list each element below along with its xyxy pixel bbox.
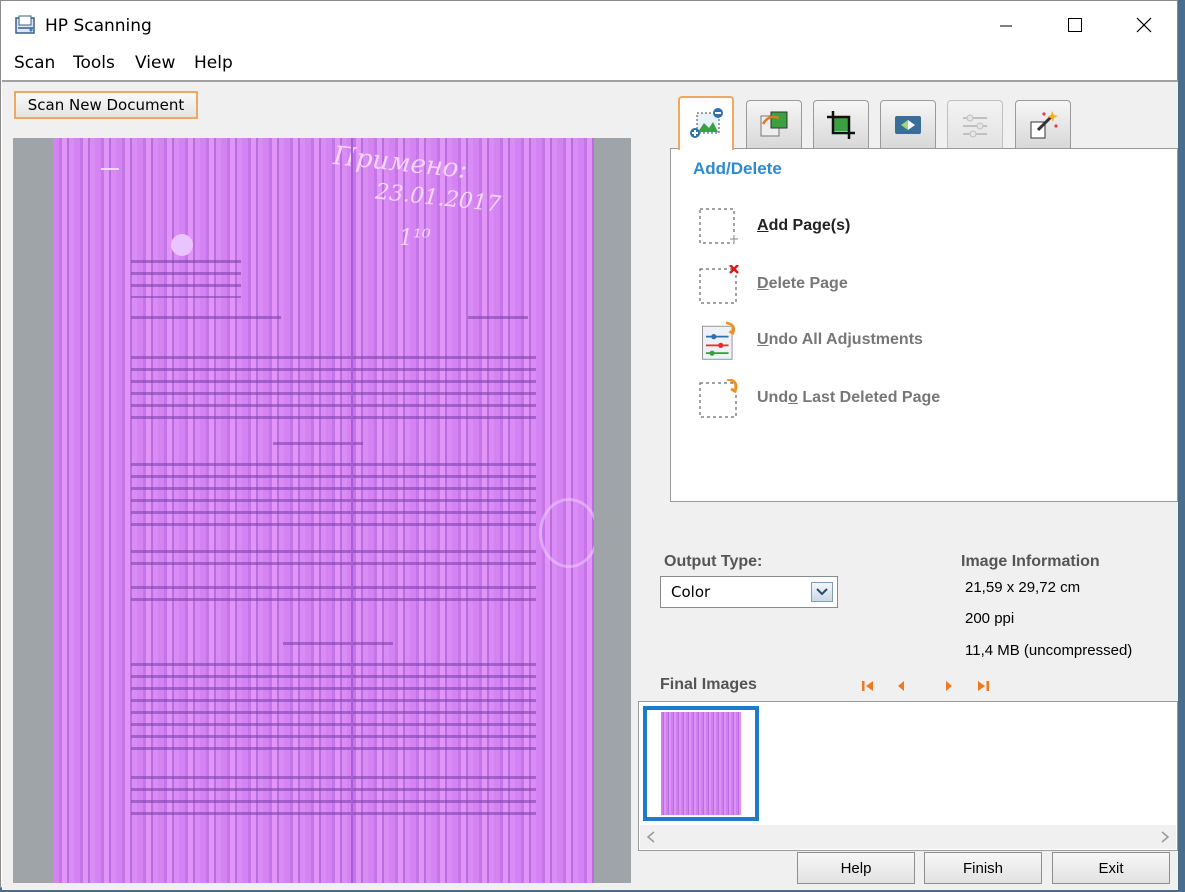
horizontal-scrollbar[interactable] [640, 825, 1176, 849]
undo-deleted-page-icon [699, 379, 738, 418]
menu-help[interactable]: Help [194, 53, 233, 73]
output-type-value: Color [671, 583, 711, 601]
coat-of-arms-emblem [171, 234, 193, 256]
menu-view[interactable]: View [135, 53, 175, 73]
thumbnail-image [661, 712, 741, 815]
output-type-label: Output Type: [664, 553, 763, 570]
app-window: HP Scanning Scan Tools View Help Scan Ne… [0, 0, 1178, 890]
add-pages-label: Add Page(s) [757, 217, 851, 234]
delete-page-label: Delete Page [757, 275, 848, 292]
scan-new-document-label: Scan New Document [27, 96, 185, 114]
reference-line [468, 316, 528, 324]
previous-arrow-icon [898, 681, 904, 691]
help-button-label: Help [840, 859, 872, 877]
scroll-left-icon [646, 831, 655, 843]
image-information-title: Image Information [961, 553, 1100, 570]
last-image-button[interactable] [974, 678, 992, 694]
image-resolution: 200 ppi [965, 610, 1015, 627]
help-button[interactable]: Help [797, 852, 915, 884]
add-delete-panel: Add/Delete Add Page(s) Delete Page Undo … [670, 148, 1178, 502]
image-adjust-icon [760, 111, 788, 136]
tab-add-delete[interactable] [678, 96, 734, 150]
official-stamp [539, 498, 594, 568]
image-size: 21,59 x 29,72 cm [965, 579, 1081, 596]
scan-new-document-button[interactable]: Scan New Document [14, 91, 198, 119]
paragraph-block [131, 776, 536, 822]
close-button[interactable] [1121, 9, 1167, 41]
last-arrow-icon [978, 681, 989, 691]
scan-line-artifact [351, 138, 353, 883]
previous-image-button[interactable] [892, 678, 910, 694]
finish-button[interactable]: Finish [924, 852, 1042, 884]
tab-rotate[interactable] [880, 100, 936, 148]
exit-button[interactable]: Exit [1052, 852, 1170, 884]
maximize-button[interactable] [1052, 9, 1098, 41]
next-arrow-icon [946, 681, 952, 691]
chevron-down-icon[interactable] [811, 582, 833, 602]
menu-tools[interactable]: Tools [73, 53, 115, 73]
minimize-button[interactable] [983, 9, 1029, 41]
hp-scanning-app-icon [15, 15, 37, 35]
next-image-button[interactable] [940, 678, 958, 694]
first-image-button[interactable] [859, 678, 877, 694]
scan-preview-area[interactable]: Примено: 23.01.2017 1¹⁰ [13, 138, 631, 883]
tab-sliders[interactable] [947, 100, 1003, 148]
final-images-strip [638, 701, 1178, 851]
handwritten-number: 1¹⁰ [399, 226, 431, 251]
paragraph-block [131, 550, 536, 572]
undo-last-deleted-page-action[interactable]: Undo Last Deleted Page [699, 379, 1139, 423]
undo-adjustments-icon [702, 321, 736, 360]
add-page-icon [699, 208, 738, 244]
image-filesize: 11,4 MB (uncompressed) [965, 642, 1133, 659]
undo-all-adjustments-label: Undo All Adjustments [757, 331, 923, 348]
main-content: Scan New Document Примено: 23.01.2017 1¹… [2, 80, 1178, 890]
magic-wand-icon [1030, 110, 1058, 138]
scanned-page: Примено: 23.01.2017 1¹⁰ [53, 138, 594, 883]
add-pages-action[interactable]: Add Page(s) [699, 207, 1139, 251]
undo-last-deleted-page-label: Undo Last Deleted Page [757, 389, 941, 406]
page-thumbnail[interactable] [643, 706, 759, 821]
exit-button-label: Exit [1098, 859, 1124, 877]
delete-page-icon [699, 265, 739, 304]
output-type-select[interactable]: Color [660, 576, 838, 608]
address-line [131, 316, 281, 324]
paragraph-block [131, 356, 536, 428]
title-bar[interactable]: HP Scanning [1, 1, 1177, 49]
handwritten-mark [101, 168, 119, 170]
menu-scan[interactable]: Scan [14, 53, 55, 73]
final-images-title: Final Images [660, 676, 757, 693]
undo-all-adjustments-action[interactable]: Undo All Adjustments [699, 321, 1139, 365]
tab-magic-wand[interactable] [1015, 100, 1071, 148]
tab-crop[interactable] [813, 100, 869, 148]
heading-line [283, 642, 393, 650]
sliders-icon [963, 114, 987, 137]
handwritten-date: 23.01.2017 [374, 179, 502, 218]
paragraph-block [131, 663, 536, 759]
rotate-icon [895, 115, 921, 134]
paragraph-block [131, 463, 536, 535]
scroll-right-icon [1161, 831, 1170, 843]
paragraph-block [131, 586, 536, 608]
crop-icon [827, 110, 855, 139]
finish-button-label: Finish [962, 859, 1003, 877]
heading-line [273, 442, 363, 450]
panel-title: Add/Delete [693, 159, 782, 178]
add-delete-pages-icon [690, 108, 723, 138]
first-arrow-icon [862, 681, 873, 691]
header-text-block [131, 260, 241, 298]
tab-image-adjust[interactable] [746, 100, 802, 148]
menu-bar: Scan Tools View Help [1, 49, 1177, 79]
window-title: HP Scanning [45, 16, 152, 36]
delete-page-action[interactable]: Delete Page [699, 265, 1139, 309]
